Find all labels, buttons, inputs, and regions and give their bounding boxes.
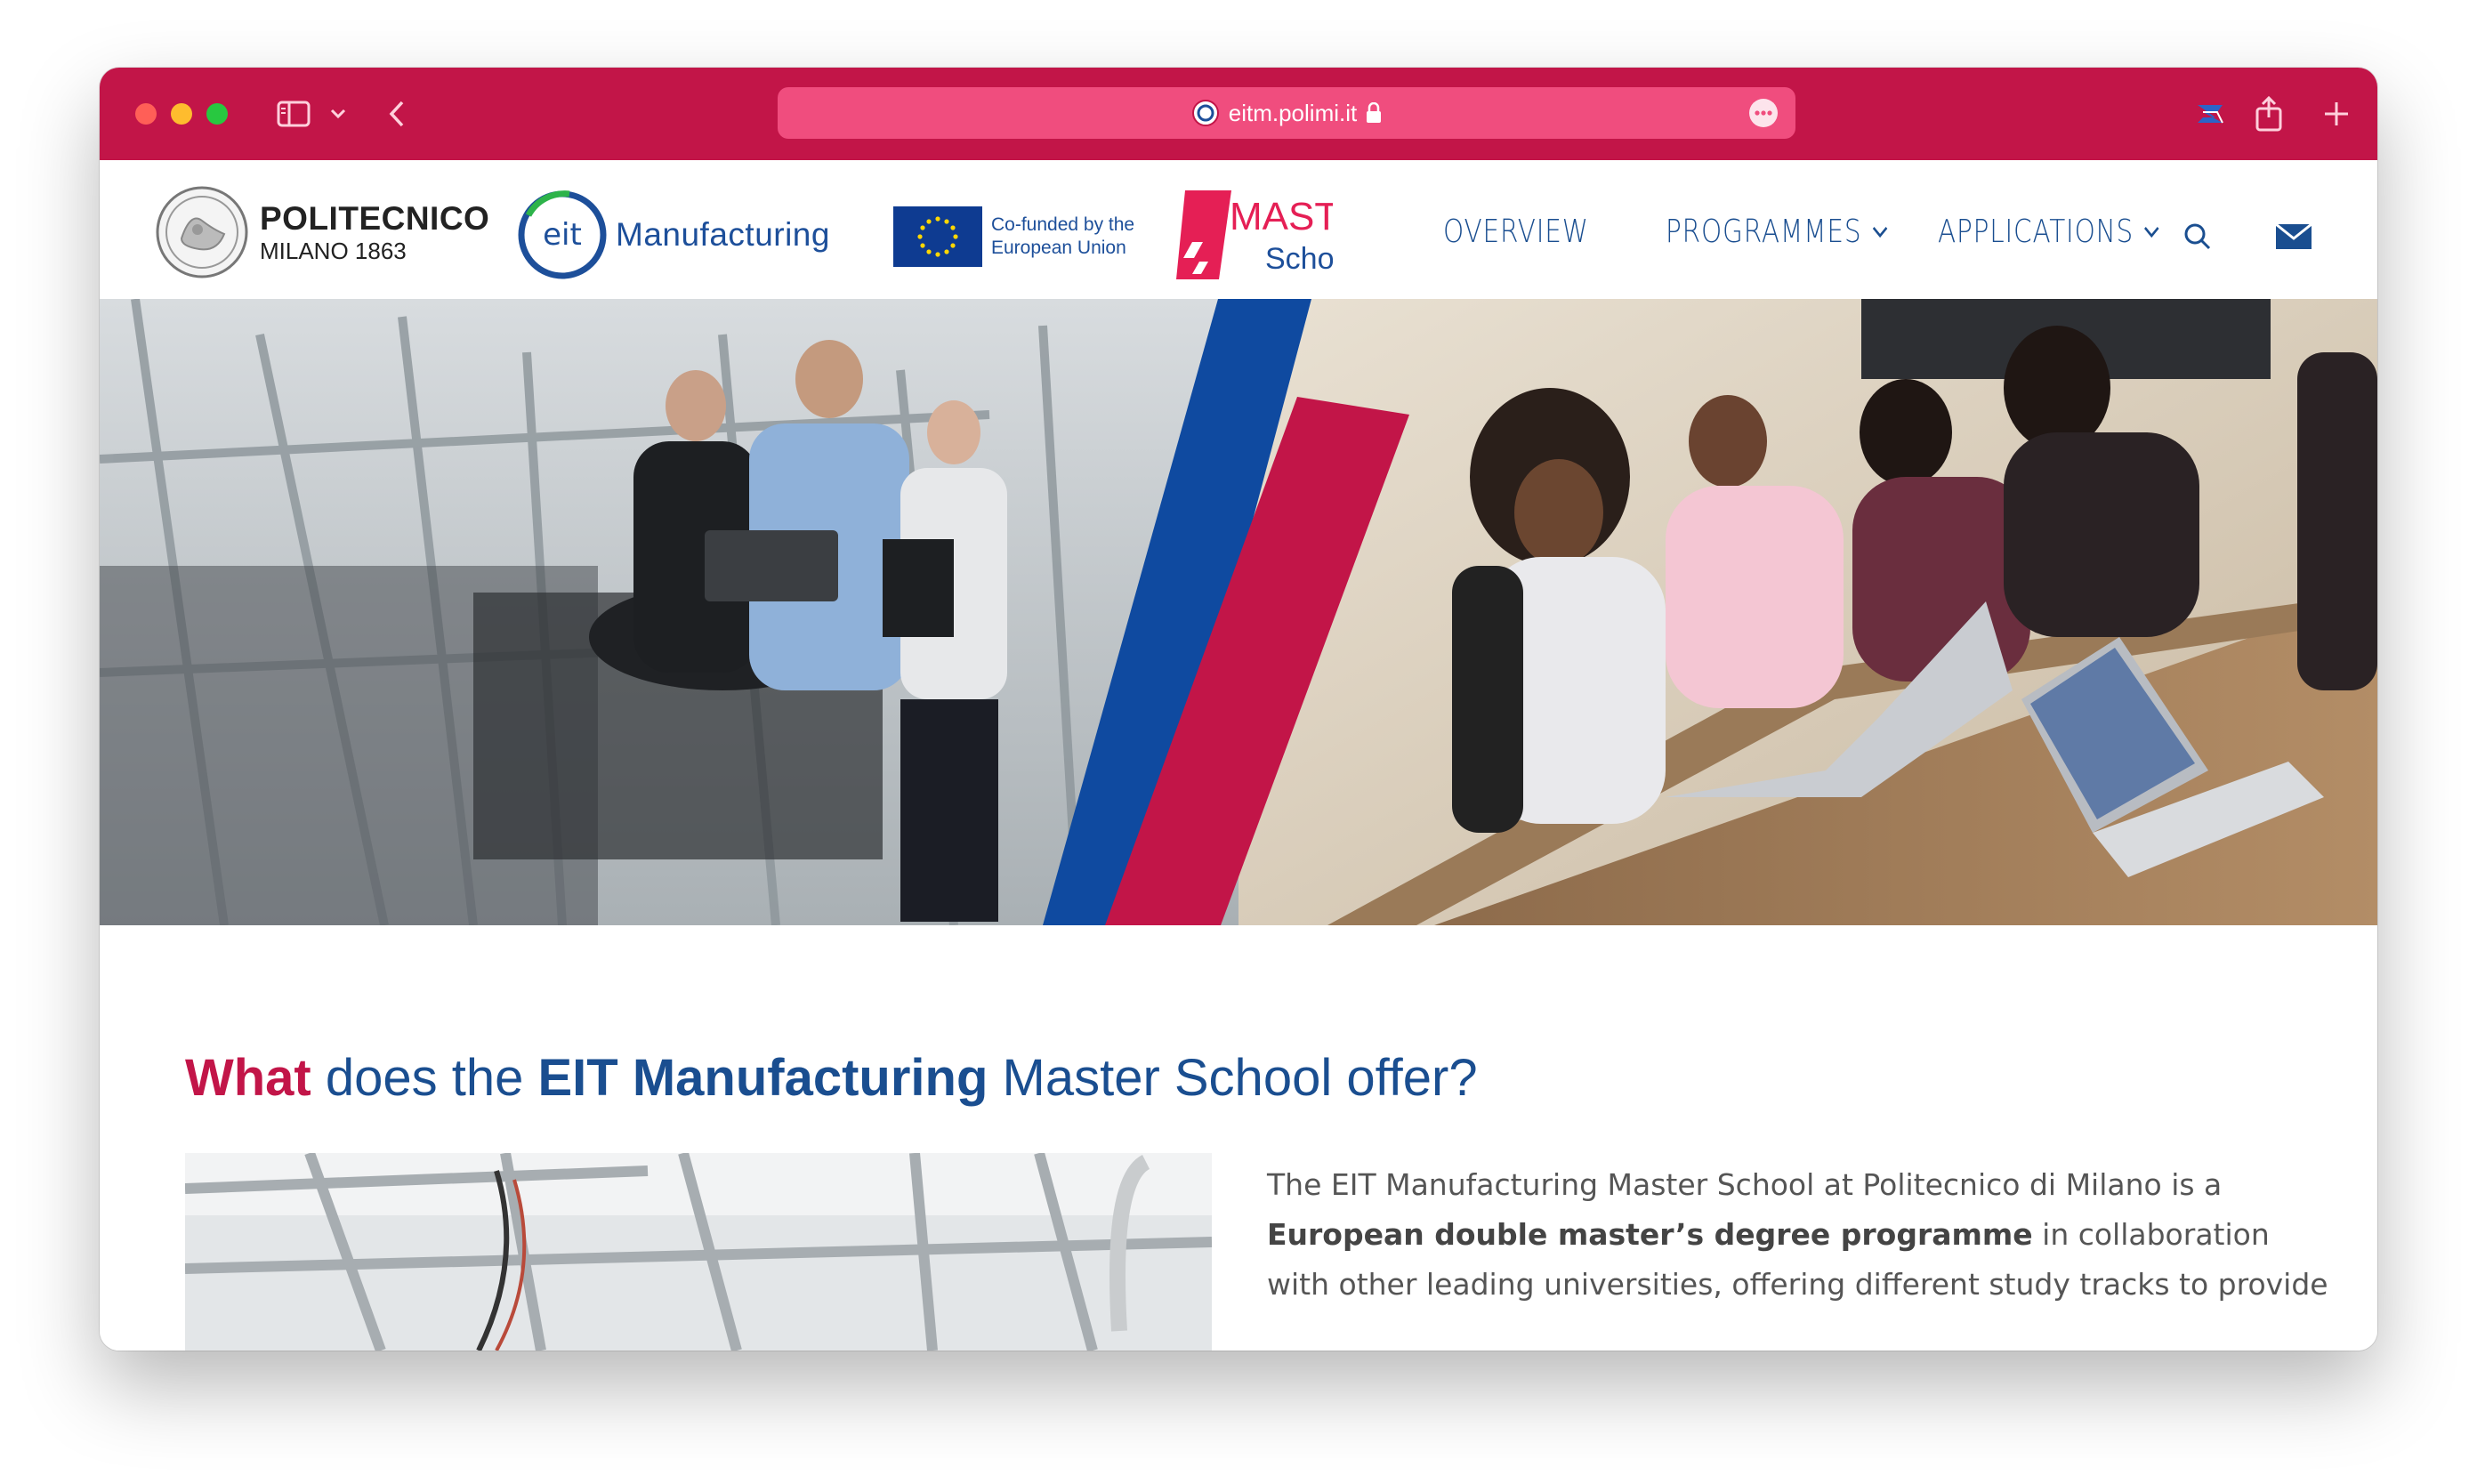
heading-part2: does the (311, 1049, 538, 1107)
minimize-window-button[interactable] (171, 103, 192, 125)
eu-cofunded-logo: Co-funded by the European Union (893, 206, 1134, 267)
more-options-button[interactable] (1749, 99, 1778, 127)
school-word: School (1265, 242, 1333, 276)
close-window-button[interactable] (135, 103, 157, 125)
eu-text-line2: European Union (991, 238, 1126, 258)
nav-programmes[interactable]: PROGRAMMES (1666, 214, 1888, 250)
tab-group-dropdown[interactable] (327, 93, 349, 135)
nav-applications-label: APPLICATIONS (1938, 214, 2134, 250)
site-header: POLITECNICO MILANO 1863 eit Manufacturin… (100, 160, 2377, 299)
politecnico-logo[interactable]: POLITECNICO MILANO 1863 (155, 185, 489, 279)
lock-icon (1367, 102, 1382, 123)
heading-part4: Master School offer? (988, 1049, 1478, 1107)
eit-word: Manufacturing (616, 216, 830, 253)
eit-manufacturing-logo[interactable]: eit Manufacturing (516, 190, 830, 279)
master-word: MASTER (1230, 195, 1333, 238)
intro-section: What does the EIT Manufacturing Master S… (100, 925, 2377, 1351)
intro-text-1: The EIT Manufacturing Master School at P… (1267, 1167, 2223, 1202)
master-school-logo[interactable]: MASTER School (1176, 190, 1392, 283)
share-icon (2255, 96, 2282, 132)
lab-photo (185, 1153, 1212, 1351)
extension-s-icon (2198, 105, 2223, 124)
eit-circle-icon: eit (518, 190, 607, 279)
chevron-left-icon (389, 101, 404, 127)
nav-applications[interactable]: APPLICATIONS (1938, 214, 2160, 250)
browser-window: eitm.polimi.it POLITECNICO MILANO 1863 e… (100, 68, 2377, 1351)
intro-paragraph: The EIT Manufacturing Master School at P… (1267, 1160, 2335, 1310)
search-button[interactable] (2183, 222, 2212, 255)
site-favicon-icon (1191, 100, 1219, 126)
new-tab-button[interactable] (2319, 93, 2354, 135)
extension-button[interactable] (2192, 93, 2228, 135)
intro-text-bold: European double master’s degree programm… (1267, 1217, 2033, 1252)
chevron-down-icon (330, 109, 346, 119)
zoom-window-button[interactable] (206, 103, 228, 125)
heading-what: What (185, 1049, 311, 1107)
sidebar-icon (277, 101, 311, 127)
mail-icon (2275, 222, 2312, 249)
nav-overview[interactable]: OVERVIEW (1443, 214, 1589, 250)
share-button[interactable] (2251, 93, 2287, 135)
contact-button[interactable] (2275, 222, 2312, 254)
section-heading: What does the EIT Manufacturing Master S… (185, 1048, 1478, 1108)
eu-flag-icon (893, 206, 982, 267)
address-bar[interactable]: eitm.polimi.it (778, 87, 1795, 139)
politecnico-seal-icon (156, 186, 248, 278)
politecnico-name: POLITECNICO (260, 199, 490, 237)
nav-programmes-label: PROGRAMMES (1666, 214, 1862, 250)
politecnico-sub: MILANO 1863 (260, 237, 407, 264)
eu-text-line1: Co-funded by the (991, 214, 1135, 235)
chevron-down-icon (2144, 226, 2159, 238)
ellipsis-icon (1755, 110, 1772, 116)
plus-icon (2325, 102, 2348, 125)
chevron-down-icon (1872, 226, 1888, 238)
search-icon (2184, 223, 2211, 250)
eit-mark: eit (543, 217, 582, 253)
hero-image (100, 299, 2377, 925)
sidebar-toggle-button[interactable] (274, 93, 313, 135)
heading-eit: EIT Manufacturing (537, 1049, 988, 1107)
back-button[interactable] (383, 93, 411, 135)
nav-overview-label: OVERVIEW (1443, 214, 1589, 250)
hero-banner (100, 299, 2377, 925)
url-text: eitm.polimi.it (1228, 99, 1358, 126)
browser-toolbar: eitm.polimi.it (100, 68, 2377, 160)
